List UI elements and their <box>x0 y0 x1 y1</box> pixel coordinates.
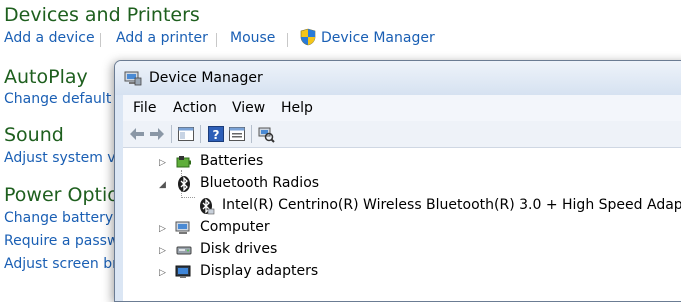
tree-label: Bluetooth Radios <box>200 175 320 191</box>
power-options-heading[interactable]: Power Optio <box>4 184 119 206</box>
autoplay-heading[interactable]: AutoPlay <box>4 66 88 88</box>
link-separator <box>287 33 288 47</box>
display-adapter-icon <box>175 265 191 278</box>
tree-item-computer[interactable]: ▷ Computer <box>123 218 681 238</box>
change-default-settings-link[interactable]: Change default s <box>4 91 123 107</box>
tree-label: Batteries <box>200 153 264 169</box>
device-manager-link[interactable]: Device Manager <box>321 30 435 46</box>
toolbar: ? <box>123 121 681 148</box>
device-manager-icon <box>124 71 142 86</box>
menu-help[interactable]: Help <box>281 100 313 116</box>
tree-label: Display adapters <box>200 263 319 279</box>
device-tree: ▷ Batteries ◢ Bluetooth Radios Intel(R) … <box>123 148 681 301</box>
computer-icon <box>175 221 190 234</box>
tree-label: Intel(R) Centrino(R) Wireless Bluetooth(… <box>222 197 681 213</box>
adjust-screen-brightness-link[interactable]: Adjust screen bri <box>4 256 122 272</box>
tree-item-intel-bluetooth-adapter[interactable]: Intel(R) Centrino(R) Wireless Bluetooth(… <box>123 196 681 216</box>
require-password-link[interactable]: Require a passwo <box>4 233 127 249</box>
svg-text:?: ? <box>213 128 220 142</box>
link-separator <box>216 33 217 47</box>
forward-arrow-icon[interactable] <box>148 125 166 143</box>
tree-label: Disk drives <box>200 241 278 257</box>
tree-item-batteries[interactable]: ▷ Batteries <box>123 152 681 172</box>
sound-heading[interactable]: Sound <box>4 124 64 146</box>
menu-action[interactable]: Action <box>173 100 217 116</box>
tree-item-disk-drives[interactable]: ▷ Disk drives <box>123 240 681 260</box>
properties-icon[interactable] <box>228 125 246 143</box>
bluetooth-device-icon <box>200 198 215 215</box>
toolbar-separator <box>251 125 252 143</box>
change-battery-settings-link[interactable]: Change battery s <box>4 210 125 226</box>
battery-icon <box>176 156 191 168</box>
devices-and-printers-heading[interactable]: Devices and Printers <box>4 4 200 26</box>
expand-arrow-icon[interactable]: ▷ <box>159 223 169 233</box>
menu-bar: File Action View Help <box>123 95 681 122</box>
expand-arrow-icon[interactable]: ▷ <box>159 245 169 255</box>
window-title: Device Manager <box>149 70 263 86</box>
device-manager-window: Device Manager File Action View Help ? ▷… <box>114 60 681 302</box>
back-arrow-icon[interactable] <box>128 125 146 143</box>
link-separator <box>100 33 101 47</box>
help-icon[interactable]: ? <box>207 125 225 143</box>
adjust-system-volume-link[interactable]: Adjust system vo <box>4 150 124 166</box>
bluetooth-icon <box>178 176 190 192</box>
tree-item-bluetooth-radios[interactable]: ◢ Bluetooth Radios <box>123 174 681 194</box>
toolbar-separator <box>171 125 172 143</box>
mouse-link[interactable]: Mouse <box>230 30 275 46</box>
collapse-arrow-icon[interactable]: ◢ <box>159 179 169 189</box>
expand-arrow-icon[interactable]: ▷ <box>159 157 169 167</box>
disk-drive-icon <box>176 246 192 255</box>
scan-hardware-icon[interactable] <box>257 125 275 143</box>
tree-label: Computer <box>200 219 270 235</box>
title-bar[interactable]: Device Manager <box>115 61 681 95</box>
show-hide-console-tree-icon[interactable] <box>177 125 195 143</box>
tree-item-display-adapters[interactable]: ▷ Display adapters <box>123 262 681 282</box>
uac-shield-icon <box>300 28 316 46</box>
add-a-device-link[interactable]: Add a device <box>4 30 95 46</box>
toolbar-separator <box>200 125 201 143</box>
expand-arrow-icon[interactable]: ▷ <box>159 267 169 277</box>
menu-file[interactable]: File <box>133 100 156 116</box>
menu-view[interactable]: View <box>232 100 265 116</box>
add-a-printer-link[interactable]: Add a printer <box>116 30 208 46</box>
